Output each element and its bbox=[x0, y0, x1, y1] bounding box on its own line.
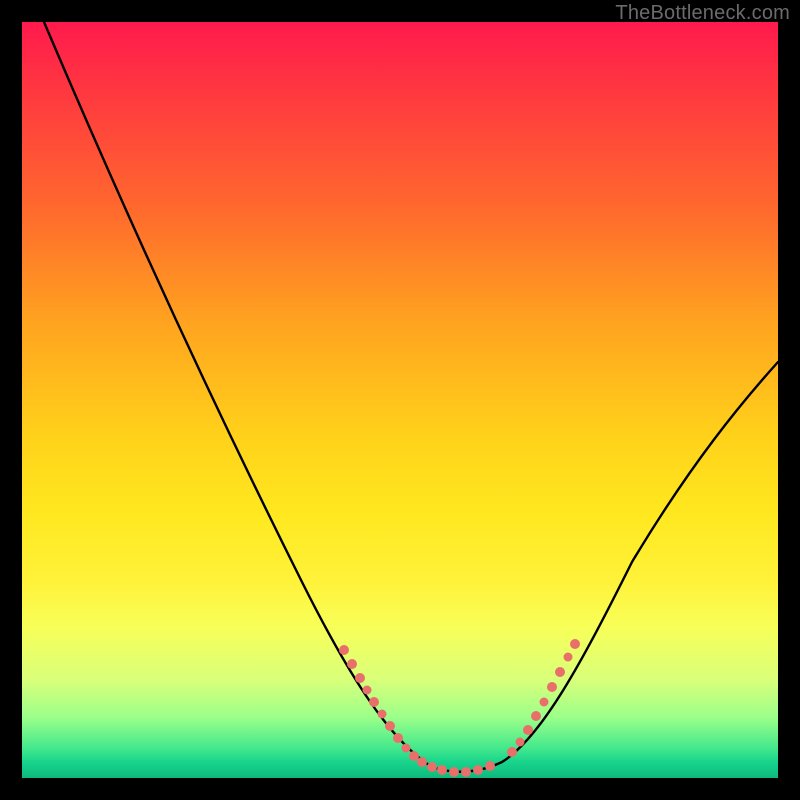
highlight-dots-left bbox=[339, 645, 419, 761]
outer-frame: TheBottleneck.com bbox=[0, 0, 800, 800]
plot-area bbox=[22, 22, 778, 778]
bottleneck-curve bbox=[22, 22, 778, 778]
highlight-dots-right bbox=[507, 639, 580, 757]
highlight-dots-bottom bbox=[417, 757, 495, 777]
curve-path bbox=[44, 22, 778, 772]
